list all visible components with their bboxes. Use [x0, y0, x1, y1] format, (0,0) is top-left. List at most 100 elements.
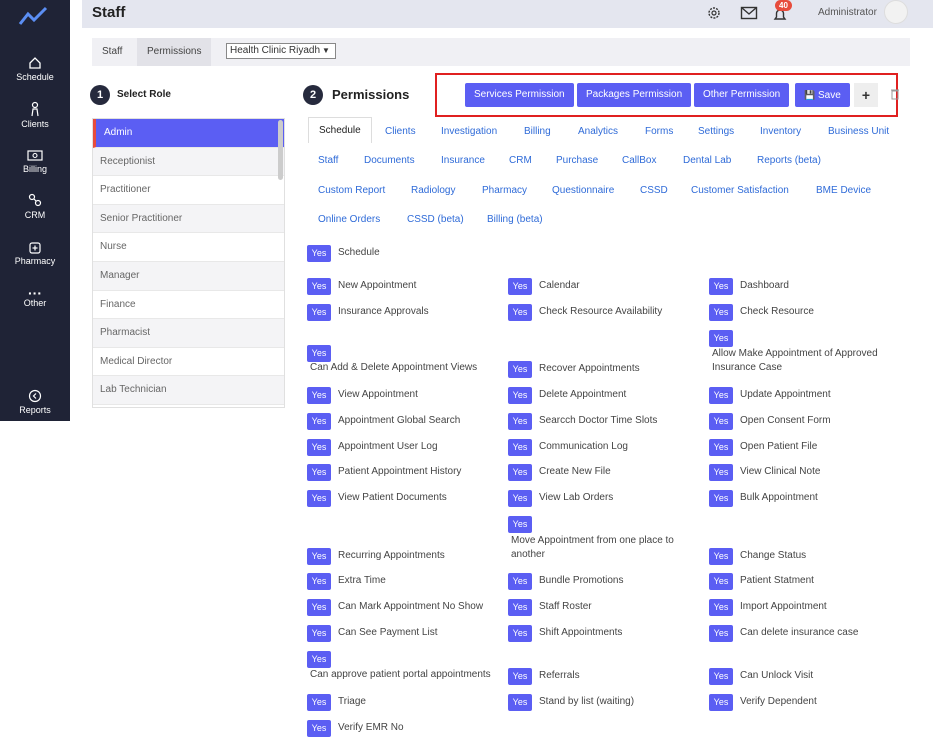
tab-investigation[interactable]: Investigation [441, 126, 497, 137]
yes-toggle[interactable]: Yes [307, 439, 331, 456]
tab-dental-lab[interactable]: Dental Lab [683, 155, 731, 166]
yes-toggle[interactable]: Yes [709, 387, 733, 404]
role-item[interactable]: Nurse [93, 233, 284, 262]
role-item[interactable]: Receptionist [93, 147, 284, 177]
yes-toggle[interactable]: Yes [307, 651, 331, 668]
yes-toggle[interactable]: Yes [307, 694, 331, 711]
gear-icon[interactable] [706, 5, 722, 21]
yes-toggle[interactable]: Yes [709, 573, 733, 590]
role-item[interactable]: Medical Director [93, 348, 284, 377]
yes-toggle[interactable]: Yes [508, 387, 532, 404]
yes-toggle[interactable]: Yes [307, 490, 331, 507]
other-permission-button[interactable]: Other Permission [694, 83, 790, 107]
tab-schedule[interactable]: Schedule [308, 117, 372, 143]
yes-toggle[interactable]: Yes [508, 464, 532, 481]
yes-toggle[interactable]: Yes [307, 304, 331, 321]
yes-toggle[interactable]: Yes [709, 548, 733, 565]
tab-analytics[interactable]: Analytics [578, 126, 618, 137]
yes-toggle[interactable]: Yes [508, 413, 532, 430]
role-item[interactable]: Practitioner [93, 176, 284, 205]
tab-bme-device[interactable]: BME Device [816, 185, 871, 196]
tab-reports-beta[interactable]: Reports (beta) [757, 155, 821, 166]
yes-toggle[interactable]: Yes [709, 625, 733, 642]
tab-insurance[interactable]: Insurance [441, 155, 485, 166]
sidebar-item-other[interactable]: ··· Other [0, 286, 70, 308]
sidebar-item-crm[interactable]: CRM [0, 192, 70, 220]
clinic-select[interactable]: Health Clinic Riyadh ▼ [226, 43, 336, 59]
tab-online-orders[interactable]: Online Orders [318, 214, 380, 225]
role-item[interactable]: Senior Practitioner [93, 204, 284, 234]
yes-toggle[interactable]: Yes [709, 464, 733, 481]
yes-toggle[interactable]: Yes [307, 548, 331, 565]
yes-toggle[interactable]: Yes [709, 694, 733, 711]
yes-toggle[interactable]: Yes [508, 439, 532, 456]
mail-icon[interactable] [740, 5, 758, 21]
yes-toggle[interactable]: Yes [307, 625, 331, 642]
tab-clients[interactable]: Clients [385, 126, 416, 137]
tab-settings[interactable]: Settings [698, 126, 734, 137]
tab-cssd-beta[interactable]: CSSD (beta) [407, 214, 464, 225]
yes-toggle[interactable]: Yes [307, 599, 331, 616]
yes-toggle[interactable]: Yes [307, 413, 331, 430]
role-item[interactable]: Manager [93, 261, 284, 291]
yes-toggle[interactable]: Yes [508, 278, 532, 295]
role-item[interactable]: Pharmacist [93, 319, 284, 348]
role-item[interactable]: Finance [93, 291, 284, 320]
yes-toggle[interactable]: Yes [709, 439, 733, 456]
subtab-permissions[interactable]: Permissions [137, 38, 212, 66]
yes-toggle[interactable]: Yes [307, 245, 331, 262]
tab-billing-beta[interactable]: Billing (beta) [487, 214, 543, 225]
yes-toggle[interactable]: Yes [709, 413, 733, 430]
yes-toggle[interactable]: Yes [508, 516, 532, 533]
yes-toggle[interactable]: Yes [709, 668, 733, 685]
yes-toggle[interactable]: Yes [508, 599, 532, 616]
tab-callbox[interactable]: CallBox [622, 155, 656, 166]
save-button[interactable]: 💾 Save [795, 83, 850, 107]
tab-questionnaire[interactable]: Questionnaire [552, 185, 614, 196]
subtab-staff[interactable]: Staff [92, 38, 132, 66]
tab-billing[interactable]: Billing [524, 126, 551, 137]
yes-toggle[interactable]: Yes [307, 720, 331, 737]
yes-toggle[interactable]: Yes [307, 573, 331, 590]
packages-permission-button[interactable]: Packages Permission [577, 83, 692, 107]
trash-icon[interactable] [890, 88, 900, 100]
yes-toggle[interactable]: Yes [508, 361, 532, 378]
tab-radiology[interactable]: Radiology [411, 185, 455, 196]
tab-cssd[interactable]: CSSD [640, 185, 668, 196]
tab-inventory[interactable]: Inventory [760, 126, 801, 137]
sidebar-item-clients[interactable]: Clients [0, 101, 70, 129]
avatar[interactable] [884, 0, 908, 24]
tab-staff[interactable]: Staff [318, 155, 338, 166]
tab-pharmacy[interactable]: Pharmacy [482, 185, 527, 196]
yes-toggle[interactable]: Yes [307, 387, 331, 404]
sidebar-item-reports[interactable]: Reports [0, 389, 70, 415]
tab-customer-satisfaction[interactable]: Customer Satisfaction [691, 185, 789, 196]
add-button[interactable]: + [854, 83, 878, 107]
tab-documents[interactable]: Documents [364, 155, 415, 166]
sidebar-item-pharmacy[interactable]: Pharmacy [0, 240, 70, 266]
yes-toggle[interactable]: Yes [307, 464, 331, 481]
role-item[interactable]: Admin [93, 119, 284, 148]
services-permission-button[interactable]: Services Permission [465, 83, 574, 107]
yes-toggle[interactable]: Yes [709, 330, 733, 347]
yes-toggle[interactable]: Yes [508, 668, 532, 685]
yes-toggle[interactable]: Yes [709, 490, 733, 507]
yes-toggle[interactable]: Yes [307, 278, 331, 295]
yes-toggle[interactable]: Yes [709, 599, 733, 616]
yes-toggle[interactable]: Yes [508, 304, 532, 321]
tab-custom-report[interactable]: Custom Report [318, 185, 385, 196]
yes-toggle[interactable]: Yes [508, 573, 532, 590]
yes-toggle[interactable]: Yes [307, 345, 331, 362]
sidebar-item-billing[interactable]: Billing [0, 148, 70, 174]
yes-toggle[interactable]: Yes [709, 304, 733, 321]
role-item[interactable]: Lab Technician [93, 376, 284, 405]
tab-crm[interactable]: CRM [509, 155, 532, 166]
yes-toggle[interactable]: Yes [508, 694, 532, 711]
yes-toggle[interactable]: Yes [508, 625, 532, 642]
tab-forms[interactable]: Forms [645, 126, 673, 137]
scrollbar[interactable] [278, 120, 283, 180]
yes-toggle[interactable]: Yes [508, 490, 532, 507]
user-name[interactable]: Administrator [818, 7, 877, 18]
sidebar-item-schedule[interactable]: Schedule [0, 56, 70, 82]
yes-toggle[interactable]: Yes [709, 278, 733, 295]
